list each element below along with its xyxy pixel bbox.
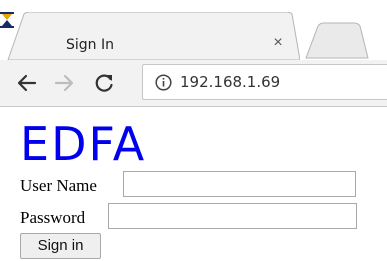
username-label: User Name [20,176,97,195]
password-label: Password [20,208,86,227]
forward-arrow-icon[interactable] [53,72,75,94]
new-tab-button[interactable] [300,20,370,60]
username-input[interactable] [123,171,356,197]
tab-title: Sign In [66,37,114,53]
password-input[interactable] [108,203,357,229]
info-icon[interactable] [155,74,172,91]
page-content: EDFA User Name Password Sign in [0,107,387,261]
tab-sign-in[interactable]: Sign In × [0,12,300,60]
tab-shape [7,12,300,60]
address-bar[interactable]: 192.168.1.69 [142,64,387,100]
url-text: 192.168.1.69 [180,73,281,91]
tab-strip: Sign In × [0,0,387,60]
logo-text: EDFA [20,117,147,171]
sign-in-button[interactable]: Sign in [20,233,101,259]
tab-close-icon[interactable]: × [270,35,286,51]
reload-icon[interactable] [93,72,115,94]
back-arrow-icon[interactable] [16,72,38,94]
browser-toolbar: 192.168.1.69 [0,60,387,107]
hourglass-icon [0,12,14,28]
logo: EDFA [20,121,166,167]
